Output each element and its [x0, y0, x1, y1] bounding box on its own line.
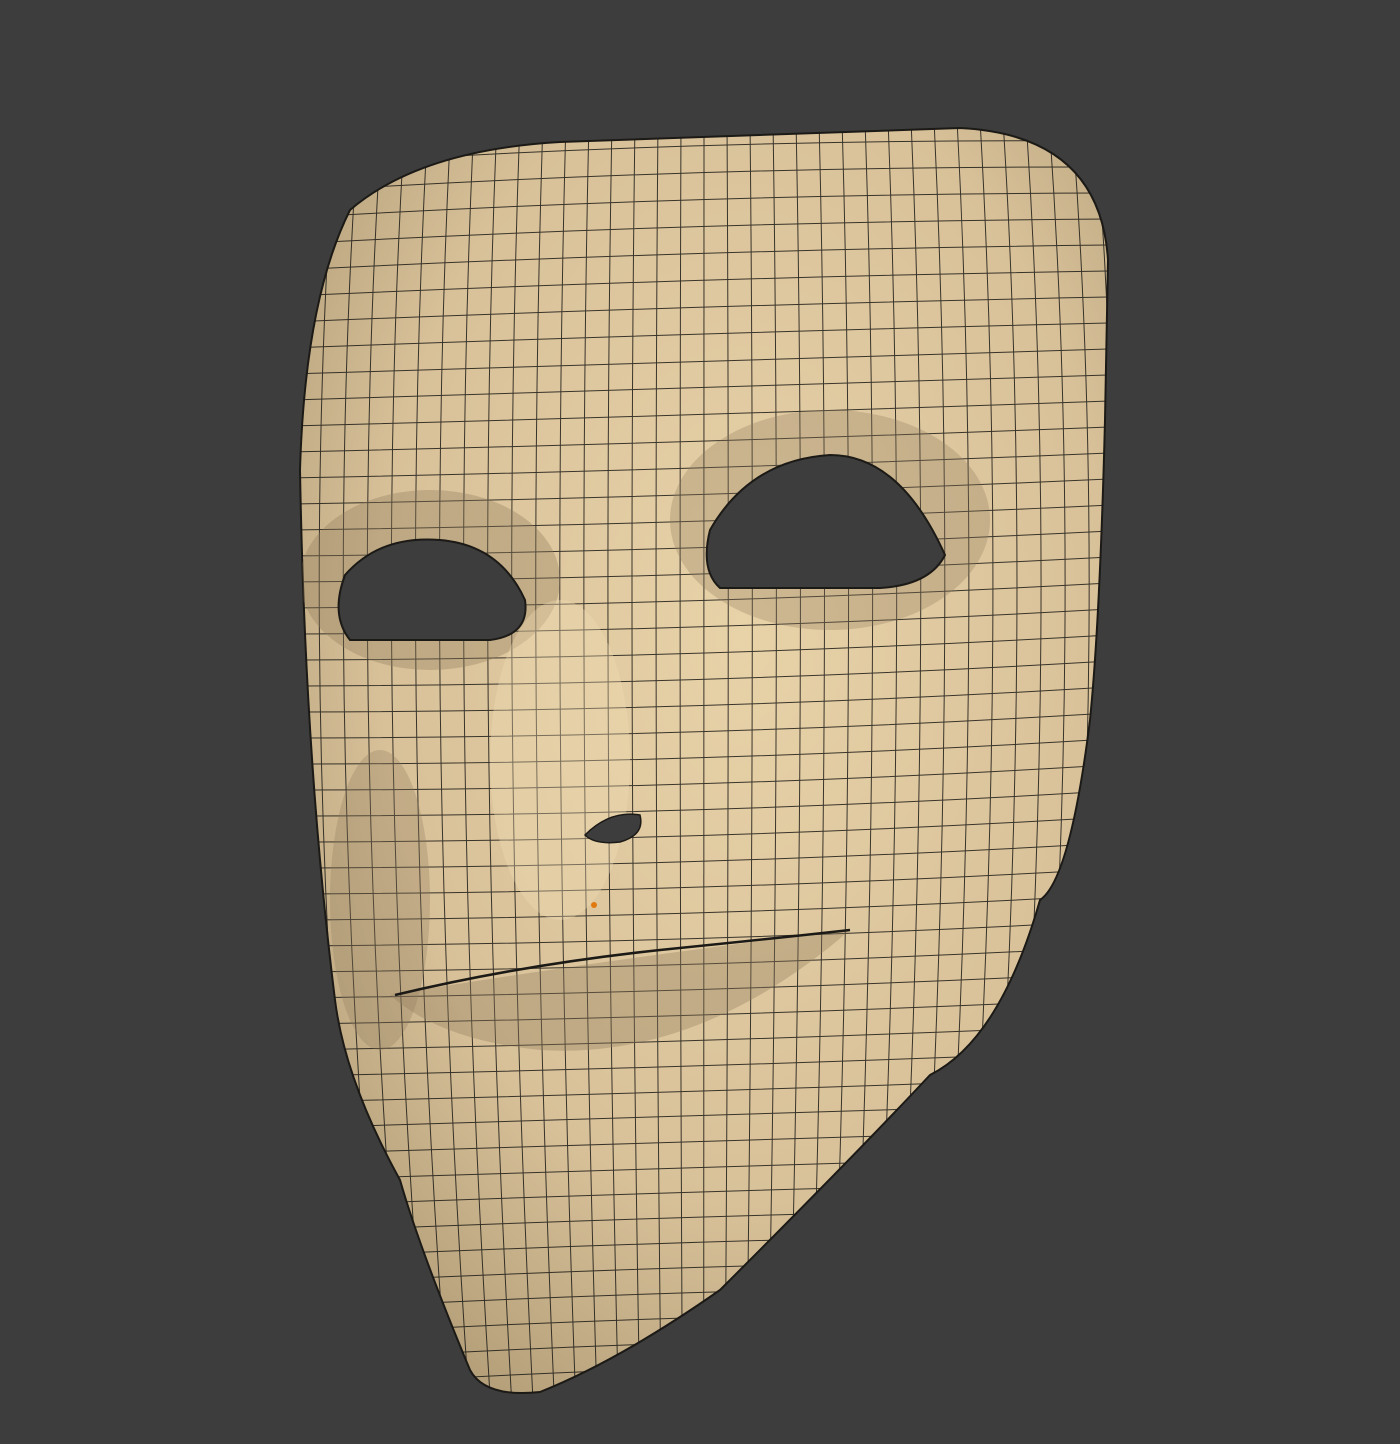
- wire-edge-horizontal: [290, 1311, 1110, 1336]
- 3d-viewport[interactable]: [0, 0, 1400, 1440]
- wire-edge-horizontal: [290, 1388, 1110, 1414]
- wire-edge-horizontal: [290, 1337, 1110, 1362]
- selected-vertex[interactable]: [591, 902, 597, 908]
- wire-edge-horizontal: [290, 1363, 1110, 1388]
- wire-edge-horizontal: [290, 1414, 1110, 1440]
- mask-mesh[interactable]: [271, 114, 1137, 1440]
- mask-render: [0, 0, 1400, 1440]
